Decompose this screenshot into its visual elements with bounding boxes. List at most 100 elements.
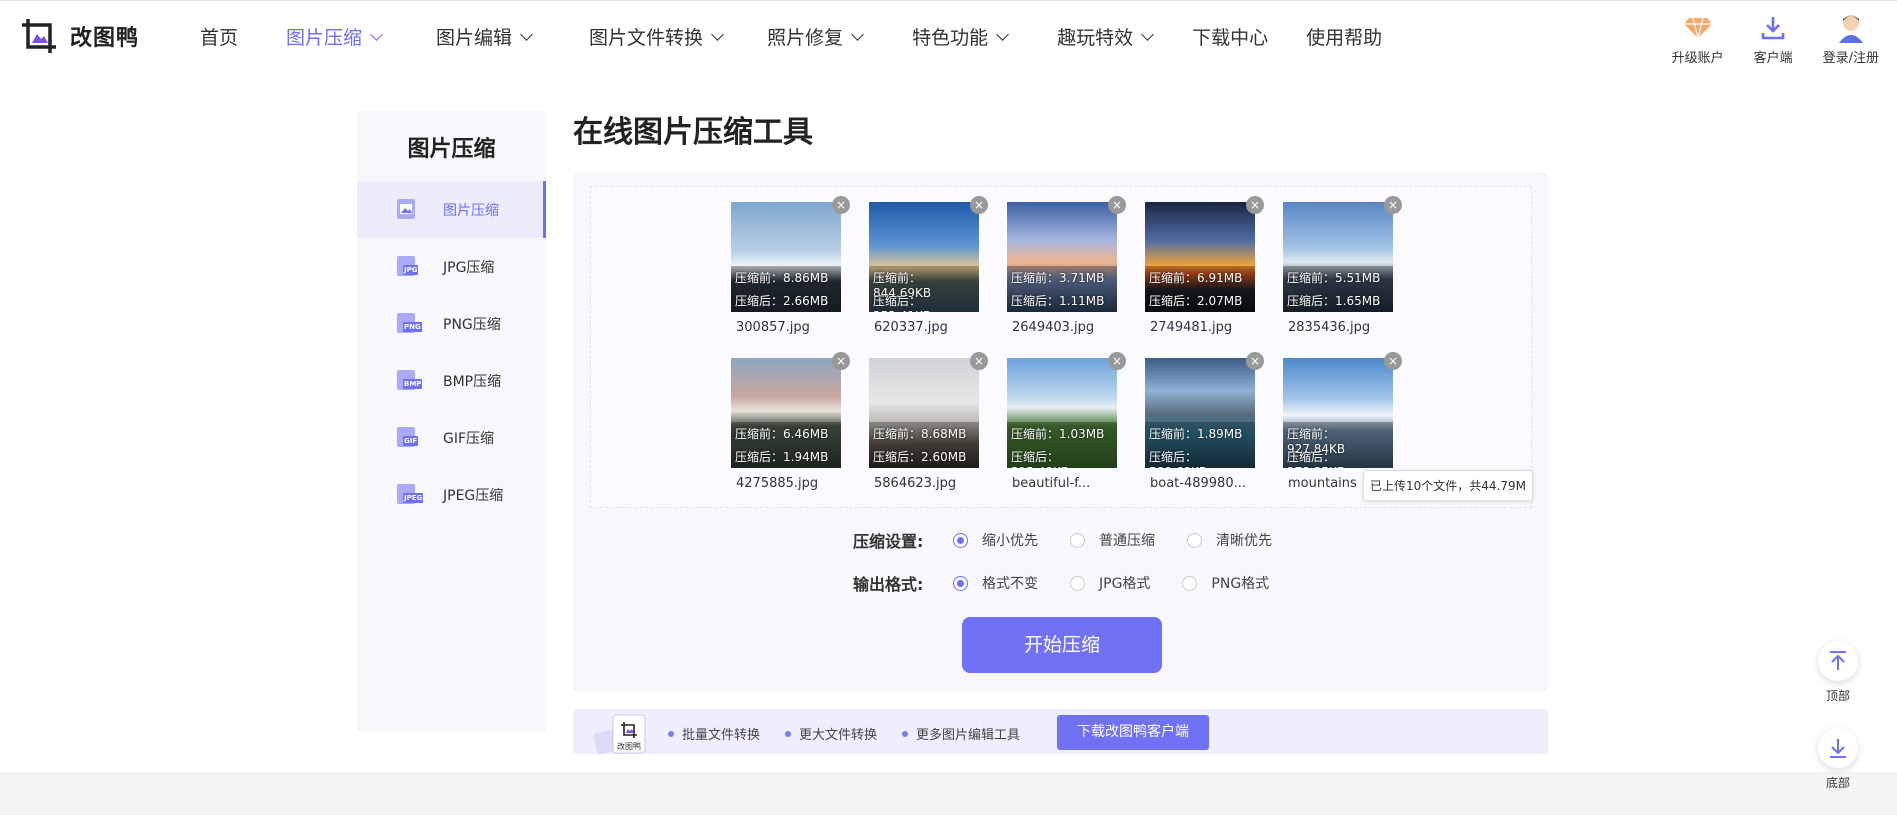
- file-name: 2835436.jpg: [1288, 320, 1371, 335]
- sidebar-item-label: GIF压缩: [443, 430, 495, 447]
- chevron-down-icon: [851, 27, 864, 41]
- radio-option[interactable]: 缩小优先: [953, 530, 1038, 550]
- brand-logo[interactable]: 改图鸭: [20, 17, 139, 55]
- chevron-down-icon: [520, 27, 533, 41]
- radio-label: PNG格式: [1211, 576, 1270, 592]
- page-title: 在线图片压缩工具: [573, 115, 813, 150]
- radio-option[interactable]: JPG格式: [1070, 573, 1150, 593]
- radio-option[interactable]: 普通压缩: [1070, 530, 1155, 550]
- uploaded-file[interactable]: 压缩前：6.46MB 压缩后：1.94MB × 4275885.jpg: [731, 352, 850, 491]
- upgrade-label: 升级账户: [1671, 51, 1724, 66]
- upload-dropzone[interactable]: 压缩前：927.84KB压缩后：278.35KB×mountains压缩前：1.…: [590, 186, 1533, 508]
- remove-file-icon[interactable]: ×: [1384, 352, 1402, 370]
- file-thumbnail: 压缩前：927.84KB压缩后：278.35KB: [1283, 358, 1393, 468]
- download-client-button[interactable]: 下载改图鸭客户端: [1057, 715, 1209, 750]
- client-download-button[interactable]: 客户端: [1754, 13, 1793, 66]
- radio-dot-icon: [1070, 532, 1085, 548]
- sidebar-item-label: 图片压缩: [443, 202, 499, 219]
- file-thumbnail: 压缩前：6.46MB 压缩后：1.94MB: [731, 358, 841, 468]
- nav-item-label: 使用帮助: [1306, 27, 1383, 49]
- logo-icon: [20, 17, 58, 55]
- file-thumbnail: 压缩前：844.69KB压缩后：253.41KB: [869, 202, 979, 312]
- nav-item-label: 图片压缩: [286, 27, 363, 49]
- uploaded-file[interactable]: 压缩前：8.68MB 压缩后：2.60MB × 5864623.jpg: [869, 352, 988, 491]
- format-tag: BMP: [403, 378, 423, 389]
- nav-item[interactable]: 图片文件转换: [589, 23, 724, 50]
- sidebar-item[interactable]: GIF GIF压缩: [357, 409, 546, 466]
- nav-item[interactable]: 使用帮助: [1306, 23, 1382, 50]
- remove-file-icon[interactable]: ×: [1384, 196, 1402, 214]
- compress-panel: 压缩前：927.84KB压缩后：278.35KB×mountains压缩前：1.…: [573, 172, 1548, 693]
- nav-item-label: 照片修复: [767, 27, 844, 49]
- sidebar-item[interactable]: BMP BMP压缩: [357, 352, 546, 409]
- chevron-down-icon: [370, 27, 383, 41]
- nav-item[interactable]: 下载中心: [1192, 23, 1268, 50]
- nav-item[interactable]: 照片修复: [767, 23, 864, 50]
- uploaded-file[interactable]: 压缩前：1.89MB 压缩后：580.68KB × boat-489980...: [1145, 352, 1264, 491]
- login-register-button[interactable]: 登录/注册: [1823, 13, 1879, 66]
- promo-feature: 更多图片编辑工具: [902, 724, 1020, 743]
- remove-file-icon[interactable]: ×: [970, 196, 988, 214]
- output-format-options: 格式不变 JPG格式 PNG格式: [953, 573, 1301, 593]
- uploaded-file[interactable]: 压缩前：844.69KB压缩后：253.41KB× 620337.jpg: [869, 196, 988, 335]
- nav-item[interactable]: 趣玩特效: [1057, 23, 1154, 50]
- uploaded-file[interactable]: 压缩前：5.51MB 压缩后：1.65MB × 2835436.jpg: [1283, 196, 1402, 335]
- file-name: 2649403.jpg: [1012, 320, 1095, 335]
- chevron-down-icon: [1141, 27, 1154, 41]
- nav-item[interactable]: 首页: [200, 23, 238, 50]
- login-label: 登录/注册: [1822, 51, 1879, 66]
- nav-item[interactable]: 图片压缩: [286, 23, 383, 50]
- bullet-icon: [668, 730, 674, 737]
- remove-file-icon[interactable]: ×: [1108, 352, 1126, 370]
- file-thumbnail: 压缩前：6.91MB 压缩后：2.07MB: [1145, 202, 1255, 312]
- file-name: 2749481.jpg: [1150, 320, 1233, 335]
- radio-option[interactable]: PNG格式: [1182, 573, 1269, 593]
- uploaded-file[interactable]: 压缩前：3.71MB 压缩后：1.11MB × 2649403.jpg: [1007, 196, 1126, 335]
- file-name: 620337.jpg: [874, 320, 948, 335]
- radio-dot-icon: [1182, 575, 1198, 591]
- size-after: 压缩后：278.35KB: [1287, 450, 1345, 468]
- client-promo-bar: 改图鸭 批量文件转换 更大文件转换 更多图片编辑工具 下载改图鸭客户端: [573, 709, 1548, 755]
- nav-item[interactable]: 图片编辑: [436, 23, 533, 50]
- sidebar-item[interactable]: JPG JPG压缩: [357, 238, 546, 295]
- compress-setting-label: 压缩设置:: [853, 532, 924, 551]
- size-after: 压缩后：2.07MB: [1149, 294, 1243, 308]
- go-to-bottom-button[interactable]: 底部: [1817, 728, 1859, 791]
- promo-app-name: 改图鸭: [617, 741, 641, 751]
- radio-dot-icon: [1070, 575, 1085, 591]
- uploaded-file[interactable]: 压缩前：6.91MB 压缩后：2.07MB × 2749481.jpg: [1145, 196, 1264, 335]
- remove-file-icon[interactable]: ×: [832, 196, 850, 214]
- nav-item-label: 首页: [200, 27, 239, 49]
- size-after: 压缩后：1.65MB: [1287, 294, 1381, 308]
- arrow-up-icon: [1818, 641, 1858, 681]
- start-compress-button[interactable]: 开始压缩: [962, 617, 1162, 673]
- file-name: 4275885.jpg: [736, 476, 819, 491]
- file-format-icon: JPG: [397, 255, 421, 278]
- remove-file-icon[interactable]: ×: [832, 352, 850, 370]
- format-tag: JPEG: [403, 492, 424, 503]
- sidebar-title: 图片压缩: [407, 137, 496, 162]
- back-to-top-button[interactable]: 顶部: [1817, 641, 1859, 704]
- top-header: 改图鸭 首页 图片压缩 图片编辑 图片文件转换 照片修复 特色功能 趣玩特效 下载中心 使用帮助…: [0, 0, 1897, 74]
- size-before: 压缩前：8.68MB: [873, 427, 967, 441]
- remove-file-icon[interactable]: ×: [1246, 196, 1264, 214]
- nav-item[interactable]: 特色功能: [912, 23, 1009, 50]
- radio-option[interactable]: 格式不变: [953, 573, 1038, 593]
- remove-file-icon[interactable]: ×: [1108, 196, 1126, 214]
- brand-name: 改图鸭: [70, 26, 140, 51]
- uploaded-file[interactable]: 压缩前：8.86MB 压缩后：2.66MB × 300857.jpg: [731, 196, 850, 335]
- main-nav: 首页 图片压缩 图片编辑 图片文件转换 照片修复 特色功能 趣玩特效 下载中心 使用帮助: [200, 23, 1382, 50]
- remove-file-icon[interactable]: ×: [970, 352, 988, 370]
- promo-app-icon: 改图鸭: [593, 713, 646, 755]
- file-thumbnail: 压缩前：3.71MB 压缩后：1.11MB: [1007, 202, 1117, 312]
- upgrade-account-button[interactable]: 升级账户: [1672, 13, 1724, 66]
- sidebar-item[interactable]: JPEG JPEG压缩: [357, 466, 546, 523]
- uploaded-file[interactable]: 压缩前：1.03MB 压缩后：315.48KB × beautiful-f...: [1007, 352, 1126, 491]
- remove-file-icon[interactable]: ×: [1246, 352, 1264, 370]
- radio-option[interactable]: 清晰优先: [1187, 530, 1272, 550]
- sidebar-item-label: PNG压缩: [443, 316, 501, 333]
- sidebar-item[interactable]: 图片压缩: [357, 181, 546, 238]
- sidebar-item[interactable]: PNG PNG压缩: [357, 295, 546, 352]
- tool-sidebar: 图片压缩 图片压缩 JPG JPG压缩 PNG PNG压缩 BMP BMP压缩 GIF GIF压…: [357, 111, 546, 733]
- footer-strip: [0, 772, 1897, 815]
